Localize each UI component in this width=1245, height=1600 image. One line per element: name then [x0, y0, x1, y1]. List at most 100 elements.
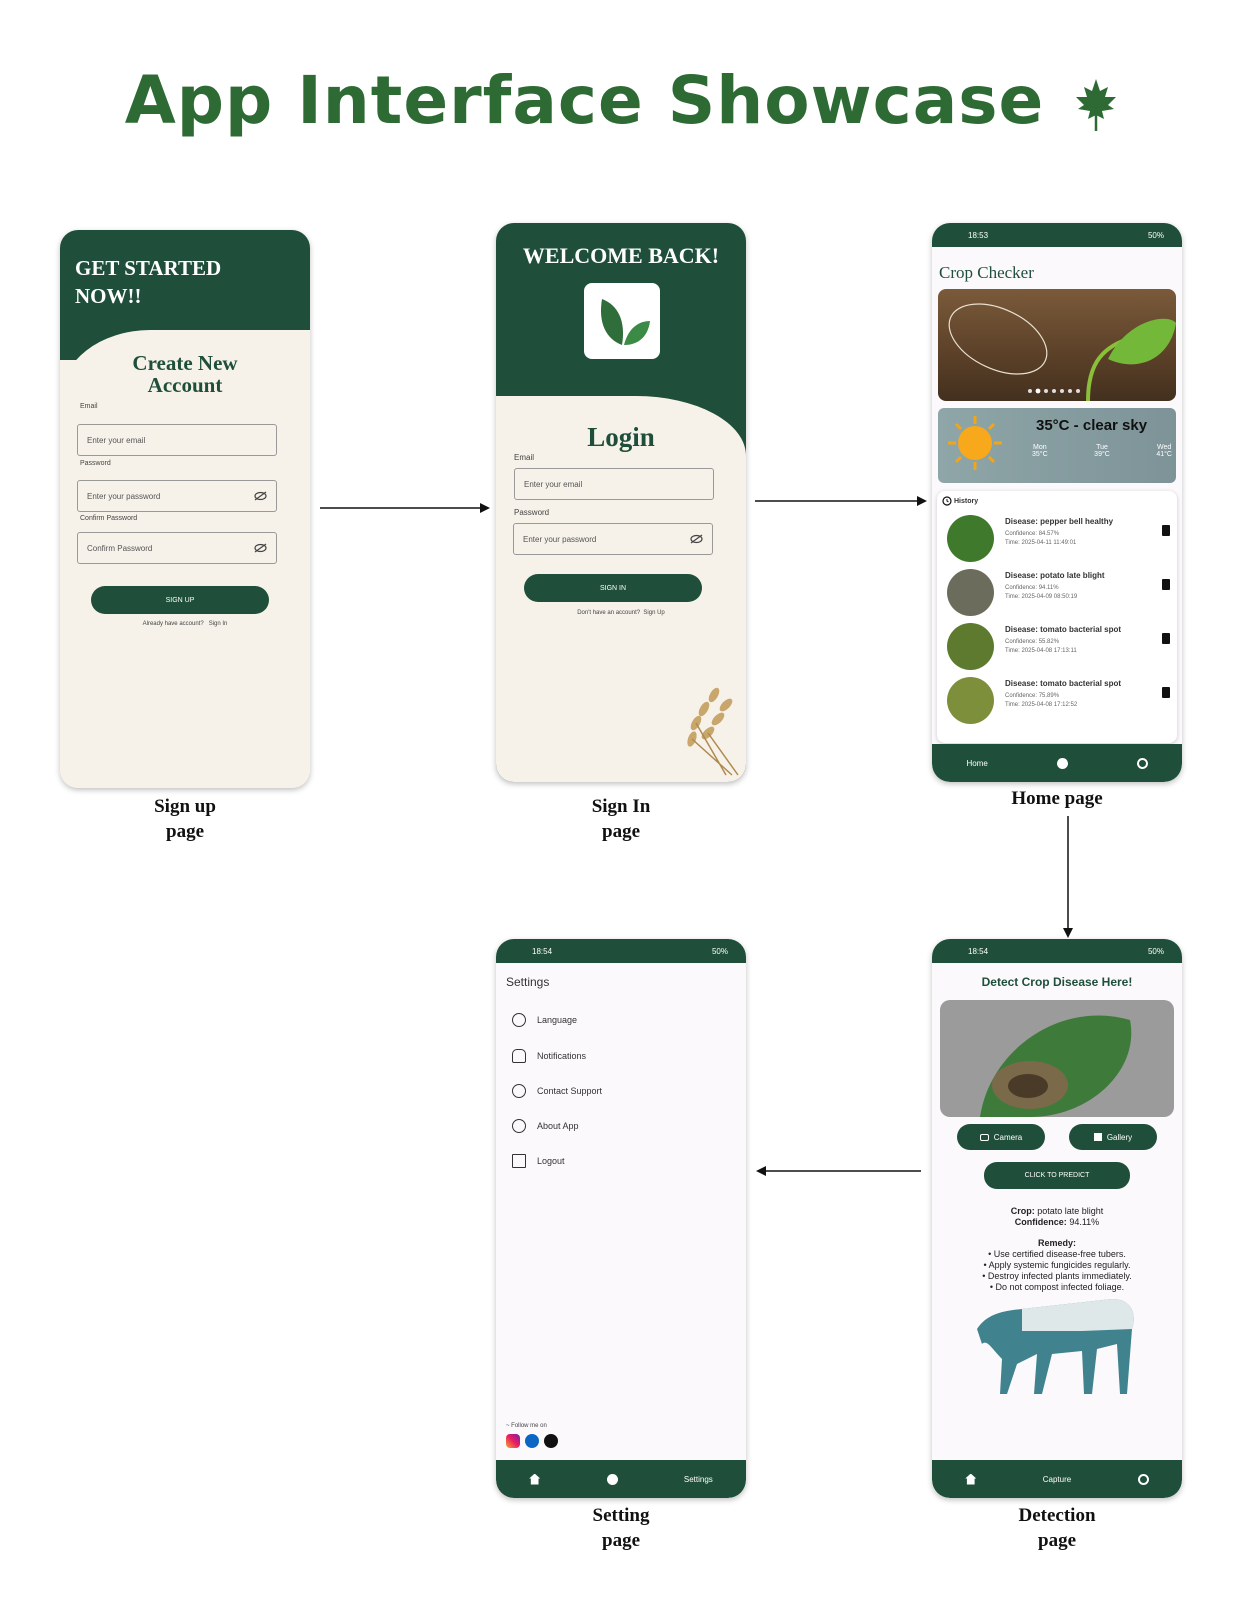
history-thumbnail [947, 569, 994, 616]
gear-icon[interactable] [1137, 1473, 1149, 1485]
nav-settings[interactable]: Settings [684, 1475, 713, 1484]
confirm-password-input[interactable]: Confirm Password [77, 532, 277, 564]
camera-button[interactable]: Camera [957, 1124, 1045, 1150]
deer-illustration-icon [977, 1299, 1134, 1394]
signin-caption-line1: Sign In [591, 796, 651, 817]
email-input[interactable]: Enter your email [514, 468, 714, 500]
history-text: Disease: tomato bacterial spot Confidenc… [1005, 625, 1121, 656]
email-placeholder: Enter your email [524, 479, 583, 489]
app-title: Crop Checker [939, 263, 1034, 282]
settings-item-notifications[interactable]: Notifications [512, 1049, 586, 1063]
status-battery: 50% [1147, 230, 1164, 240]
sign-in-button[interactable]: SIGN IN [524, 574, 702, 602]
settings-caption-line2: page [602, 1530, 640, 1551]
password-label: Password [514, 508, 550, 517]
github-icon[interactable] [544, 1434, 558, 1448]
signin-caption: Sign In page [576, 794, 666, 844]
trash-icon[interactable] [1162, 525, 1170, 536]
instagram-icon[interactable] [506, 1434, 520, 1448]
history-time: Time: 2025-04-09 08:50:19 [1005, 594, 1078, 600]
history-text: Disease: potato late blight Confidence: … [1005, 571, 1105, 602]
eye-off-icon[interactable] [254, 491, 267, 501]
history-item[interactable]: Disease: potato late blight Confidence: … [947, 569, 1172, 619]
signin-heading: WELCOME BACK! [522, 243, 720, 268]
email-label: Email [80, 403, 98, 410]
settings-item-label: Logout [537, 1156, 565, 1166]
app-logo [584, 283, 660, 359]
settings-item-about-app[interactable]: About App [512, 1119, 579, 1133]
trash-icon[interactable] [1162, 579, 1170, 590]
gallery-button[interactable]: Gallery [1069, 1124, 1157, 1150]
sign-up-button[interactable]: SIGN UP [91, 586, 269, 614]
password-input[interactable]: Enter your password [513, 523, 713, 555]
sign-in-link[interactable]: Sign In [209, 621, 228, 627]
camera-label: Camera [993, 1132, 1023, 1142]
forecast-temp: 41°C [1156, 451, 1172, 458]
linkedin-icon[interactable] [525, 1434, 539, 1448]
crop-value: potato late blight [1037, 1206, 1104, 1216]
forecast-temp: 35°C [1032, 451, 1048, 458]
diseased-leaf-icon [980, 1015, 1132, 1117]
showcase-title: App Interface Showcase [0, 62, 1245, 139]
confirm-password-label: Confirm Password [80, 515, 138, 522]
bottom-navigation: Settings [496, 1460, 746, 1498]
password-placeholder: Enter your password [523, 534, 597, 544]
forecast-day: Wed 41°C [1156, 444, 1172, 458]
eye-off-icon[interactable] [690, 534, 703, 544]
confidence-value: 94.11% [1069, 1217, 1100, 1227]
forecast-day-name: Mon [1033, 444, 1047, 451]
arrow-down [1063, 816, 1073, 938]
showcase-title-text: App Interface Showcase [124, 62, 1045, 139]
detect-title: Detect Crop Disease Here! [981, 975, 1133, 989]
social-links [506, 1434, 558, 1448]
trash-icon[interactable] [1162, 633, 1170, 644]
history-card: History Disease: pepper bell healthy Con… [937, 491, 1177, 743]
nav-capture[interactable]: Capture [1043, 1475, 1071, 1484]
home-icon[interactable] [529, 1473, 541, 1485]
history-item[interactable]: Disease: tomato bacterial spot Confidenc… [947, 677, 1172, 727]
signup-caption: Sign up page [140, 794, 230, 844]
history-item[interactable]: Disease: pepper bell healthy Confidence:… [947, 515, 1172, 565]
status-bar: 18:54 50% [932, 939, 1182, 963]
weather-card[interactable]: 35°C - clear sky Mon 35°C Tue 39°C Wed 41°C [938, 408, 1176, 483]
settings-item-label: Contact Support [537, 1086, 603, 1096]
eye-off-icon[interactable] [254, 543, 267, 553]
sign-up-link[interactable]: Sign Up [643, 610, 664, 616]
nav-home[interactable]: Home [966, 759, 987, 768]
history-thumbnail [947, 515, 994, 562]
password-input[interactable]: Enter your password [77, 480, 277, 512]
history-item[interactable]: Disease: tomato bacterial spot Confidenc… [947, 623, 1172, 673]
history-time: Time: 2025-04-08 17:13:11 [1005, 648, 1077, 654]
weather-summary: 35°C - clear sky [1036, 417, 1148, 434]
history-time: Time: 2025-04-11 11:49:01 [1005, 540, 1077, 546]
remedy-label: Remedy: [1037, 1238, 1076, 1248]
add-circle-icon[interactable] [1056, 757, 1068, 769]
predict-button[interactable]: CLICK TO PREDICT [984, 1162, 1130, 1189]
history-confidence: Confidence: 55.82% [1005, 639, 1060, 645]
leaf-logo-icon [600, 299, 650, 345]
leaf-image-preview [940, 1000, 1174, 1117]
gear-icon[interactable] [1136, 757, 1148, 769]
settings-item-logout[interactable]: Logout [512, 1154, 565, 1168]
bottom-navigation: Home [932, 744, 1182, 782]
forecast-day: Tue 39°C [1094, 444, 1110, 458]
settings-item-language[interactable]: Language [512, 1013, 577, 1027]
hero-banner[interactable] [938, 289, 1176, 401]
forecast-day: Mon 35°C [1032, 444, 1048, 458]
add-circle-icon[interactable] [606, 1473, 618, 1485]
signin-screen: WELCOME BACK! Login Email Enter your ema… [496, 223, 746, 782]
email-input[interactable]: Enter your email [77, 424, 277, 456]
history-disease: Disease: pepper bell healthy [1005, 517, 1114, 526]
confidence-label: Confidence: [1014, 1217, 1067, 1227]
email-label: Email [514, 453, 535, 462]
gallery-label: Gallery [1106, 1132, 1133, 1142]
image-icon [1093, 1133, 1102, 1141]
trash-icon[interactable] [1162, 687, 1170, 698]
leaf-icon [1076, 78, 1117, 131]
settings-item-label: About App [537, 1121, 579, 1131]
detection-screen: 18:54 50% Detect Crop Disease Here! Came… [932, 939, 1182, 1498]
settings-item-contact-support[interactable]: Contact Support [512, 1084, 602, 1098]
home-icon[interactable] [965, 1473, 977, 1485]
signup-caption-line2: page [166, 821, 204, 842]
status-time: 18:53 [968, 230, 989, 240]
